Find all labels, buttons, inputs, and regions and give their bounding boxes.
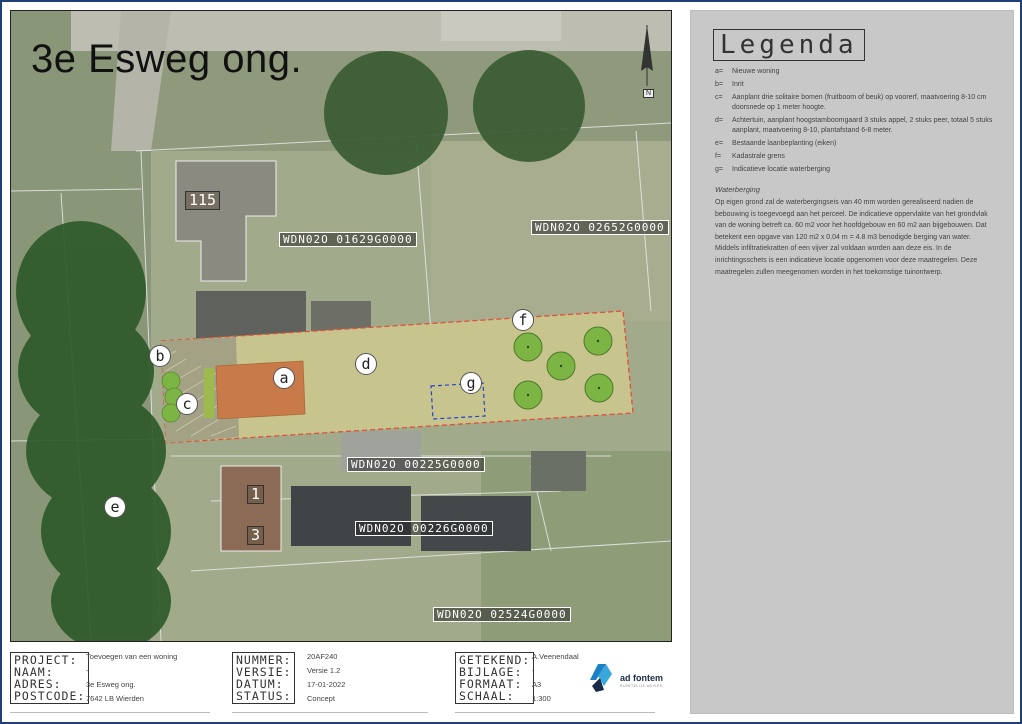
site-plan-map: 3e Esweg ong. WDN02O 01629G0000 WDN02O 0… <box>10 10 672 642</box>
waterberging-text: Op eigen grond zal de waterbergingseis v… <box>715 199 988 276</box>
legend-item: a= Nieuwe woning <box>715 68 780 75</box>
legend-item: f= Kadastrale grens <box>715 153 785 160</box>
titleblock-col1-values: Toevoegen van een woning - 3e Esweg ong.… <box>86 652 178 703</box>
marker-a: a <box>273 367 295 389</box>
marker-b: b <box>149 345 171 367</box>
marker-e: e <box>104 496 126 518</box>
titleblock-col3-labels: GETEKEND: BIJLAGE: FORMAAT: SCHAAL: <box>455 652 535 704</box>
parcel-label: WDN02O 00225G0000 <box>347 457 485 472</box>
legend-panel: Legenda a= Nieuwe woning b= Inrit c= Aanpla… <box>690 10 1014 714</box>
legend-item: g= Indicatieve locatie waterberging <box>715 166 831 173</box>
legend-item: d= Achtertuin, aanplant hoogstamboomgaard… <box>715 117 993 134</box>
divider <box>10 712 210 713</box>
marker-c: c <box>176 393 198 415</box>
parcel-label: WDN02O 00226G0000 <box>355 521 493 536</box>
legend-title: Legenda <box>713 29 865 61</box>
legend-item: b= Inrit <box>715 81 744 88</box>
marker-f: f <box>512 309 534 331</box>
titleblock-col1-labels: PROJECT: NAAM: ADRES: POSTCODE: <box>10 652 90 704</box>
parcel-label: WDN02O 02524G0000 <box>433 607 571 622</box>
house-number: 3 <box>247 526 265 545</box>
legend-list: a= Nieuwe woning b= Inrit c= Aanplant drie … <box>715 67 1000 178</box>
divider <box>232 712 428 713</box>
parcel-label: WDN02O 01629G0000 <box>279 232 417 247</box>
house-number: 1 <box>247 485 265 504</box>
titleblock-col2-values: 20AF240 Versie 1.2 17-01-2022 Concept <box>307 652 346 703</box>
map-title: 3e Esweg ong. <box>31 37 303 81</box>
parcel-label: WDN02O 02652G0000 <box>531 220 669 235</box>
logo-text: ad fontem <box>620 673 664 683</box>
marker-d: d <box>355 353 377 375</box>
legend-item: c= Aanplant drie solitaire bomen (fruitbo… <box>715 94 987 111</box>
waterberging-heading: Waterberging <box>715 185 760 194</box>
logo-subtext: RUIMTELIJK ADVIES <box>620 684 663 688</box>
marker-g: g <box>460 372 482 394</box>
divider <box>455 712 655 713</box>
titleblock-col3-values: A.Veenendaal - A3 1:300 <box>532 652 579 703</box>
titleblock-col2-labels: NUMMER: VERSIE: DATUM: STATUS: <box>232 652 296 704</box>
north-label: N <box>643 89 655 98</box>
aerial-map-drawing <box>11 11 671 641</box>
house-number: 115 <box>185 191 221 210</box>
legend-item: e= Bestaande laanbeplanting (eiken) <box>715 140 837 147</box>
